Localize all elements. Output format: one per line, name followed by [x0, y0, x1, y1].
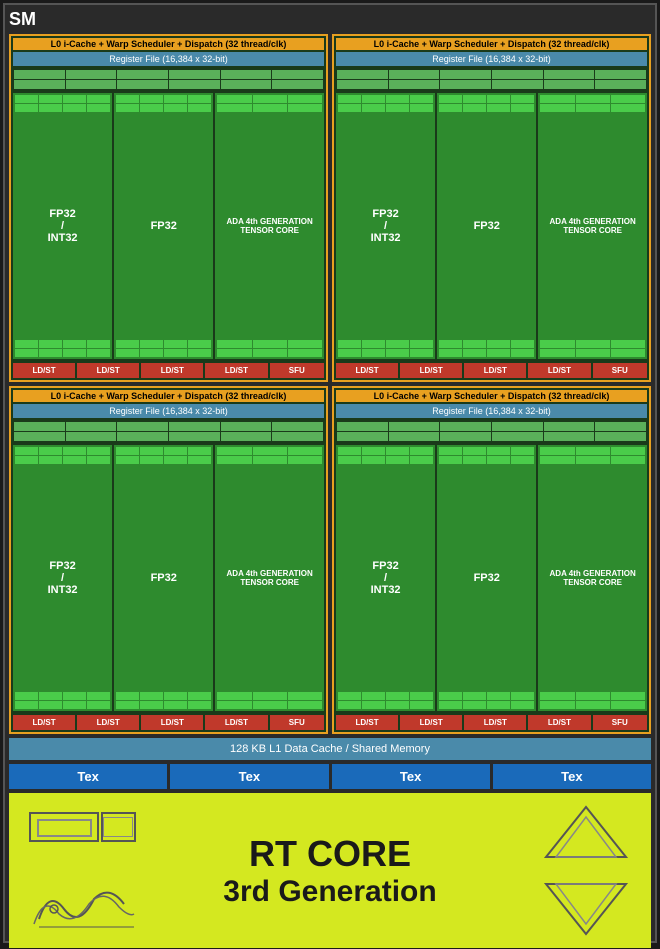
rt-shapes-right [531, 793, 641, 948]
ldst-btn-3-1: LD/ST [13, 715, 75, 730]
fp32-int32-label-4: FP32/INT32 [338, 465, 433, 691]
ldst-btn-4-3: LD/ST [464, 715, 526, 730]
register-file-bar-1: Register File (16,384 x 32-bit) [13, 52, 324, 66]
sfu-btn-4: SFU [593, 715, 648, 730]
ldst-btn-2-4: LD/ST [528, 363, 590, 378]
l0-cache-bar-1: L0 i-Cache + Warp Scheduler + Dispatch (… [13, 38, 324, 50]
sm-container: SM L0 i-Cache + Warp Scheduler + Dispatc… [3, 3, 657, 943]
sm-title: SM [9, 9, 651, 30]
sfu-btn-3: SFU [270, 715, 325, 730]
main-compute-1: FP32/INT32 FP32 ADA 4th GENERATION TENSO… [13, 93, 324, 359]
ldst-btn-3-4: LD/ST [205, 715, 267, 730]
bottom-bar-4: LD/ST LD/ST LD/ST LD/ST SFU [336, 715, 647, 730]
rt-core-title: RT CORE [223, 833, 436, 875]
tex-btn-3: Tex [332, 764, 490, 789]
tensor-label-1: ADA 4th GENERATION TENSOR CORE [217, 113, 322, 339]
tensor-core-col-4: ADA 4th GENERATION TENSOR CORE [538, 445, 647, 711]
tex-btn-1: Tex [9, 764, 167, 789]
sfu-btn-2: SFU [593, 363, 648, 378]
register-file-bar-2: Register File (16,384 x 32-bit) [336, 52, 647, 66]
fp32-label-3: FP32 [116, 465, 211, 691]
rt-core-section: RT CORE 3rd Generation [9, 793, 651, 948]
fp32-int32-col-1: FP32/INT32 [13, 93, 112, 359]
ldst-btn-4-2: LD/ST [400, 715, 462, 730]
main-compute-4: FP32/INT32 FP32 ADA 4th GENERATION TENSO… [336, 445, 647, 711]
fp32-label-4: FP32 [439, 465, 534, 691]
fp32-int32-col-2: FP32/INT32 [336, 93, 435, 359]
rt-signature-shape [29, 879, 139, 934]
fp32-col-2: FP32 [437, 93, 536, 359]
quadrant-1: L0 i-Cache + Warp Scheduler + Dispatch (… [9, 34, 328, 382]
fp32-col-1: FP32 [114, 93, 213, 359]
ldst-btn-3-2: LD/ST [77, 715, 139, 730]
fp32-int32-label-2: FP32/INT32 [338, 113, 433, 339]
ldst-btn-1-4: LD/ST [205, 363, 267, 378]
l0-cache-bar-2: L0 i-Cache + Warp Scheduler + Dispatch (… [336, 38, 647, 50]
register-file-bar-3: Register File (16,384 x 32-bit) [13, 404, 324, 418]
register-file-bar-4: Register File (16,384 x 32-bit) [336, 404, 647, 418]
rt-triangle-top [536, 802, 636, 862]
rt-shapes-left [19, 793, 149, 948]
ldst-btn-4-4: LD/ST [528, 715, 590, 730]
bottom-bar-2: LD/ST LD/ST LD/ST LD/ST SFU [336, 363, 647, 378]
tensor-core-col-2: ADA 4th GENERATION TENSOR CORE [538, 93, 647, 359]
main-compute-2: FP32/INT32 FP32 ADA 4th GENERATION TENSO… [336, 93, 647, 359]
tensor-core-col-1: ADA 4th GENERATION TENSOR CORE [215, 93, 324, 359]
sfu-btn-1: SFU [270, 363, 325, 378]
fp32-label-1: FP32 [116, 113, 211, 339]
ldst-btn-1-2: LD/ST [77, 363, 139, 378]
fp32-int32-label-1: FP32/INT32 [15, 113, 110, 339]
four-quadrants: L0 i-Cache + Warp Scheduler + Dispatch (… [9, 34, 651, 734]
fp32-int32-col-3: FP32/INT32 [13, 445, 112, 711]
l0-cache-bar-4: L0 i-Cache + Warp Scheduler + Dispatch (… [336, 390, 647, 402]
l0-cache-bar-3: L0 i-Cache + Warp Scheduler + Dispatch (… [13, 390, 324, 402]
fp32-col-3: FP32 [114, 445, 213, 711]
rt-core-text: RT CORE 3rd Generation [223, 833, 436, 909]
rt-triangle-bottom [536, 879, 636, 939]
ldst-btn-2-3: LD/ST [464, 363, 526, 378]
bottom-bar-3: LD/ST LD/ST LD/ST LD/ST SFU [13, 715, 324, 730]
tex-row: Tex Tex Tex Tex [9, 764, 651, 789]
quadrant-4: L0 i-Cache + Warp Scheduler + Dispatch (… [332, 386, 651, 734]
fp32-int32-label-3: FP32/INT32 [15, 465, 110, 691]
tex-btn-4: Tex [493, 764, 651, 789]
tensor-label-4: ADA 4th GENERATION TENSOR CORE [540, 465, 645, 691]
tex-btn-2: Tex [170, 764, 328, 789]
quadrant-3: L0 i-Cache + Warp Scheduler + Dispatch (… [9, 386, 328, 734]
ldst-btn-3-3: LD/ST [141, 715, 203, 730]
ldst-btn-4-1: LD/ST [336, 715, 398, 730]
bottom-bar-1: LD/ST LD/ST LD/ST LD/ST SFU [13, 363, 324, 378]
fp32-int32-col-4: FP32/INT32 [336, 445, 435, 711]
fp32-col-4: FP32 [437, 445, 536, 711]
tensor-core-col-3: ADA 4th GENERATION TENSOR CORE [215, 445, 324, 711]
quadrant-2: L0 i-Cache + Warp Scheduler + Dispatch (… [332, 34, 651, 382]
ldst-btn-2-2: LD/ST [400, 363, 462, 378]
tensor-label-3: ADA 4th GENERATION TENSOR CORE [217, 465, 322, 691]
tensor-label-2: ADA 4th GENERATION TENSOR CORE [540, 113, 645, 339]
fp32-label-2: FP32 [439, 113, 534, 339]
main-compute-3: FP32/INT32 FP32 ADA 4th GENERATION TENSO… [13, 445, 324, 711]
ldst-btn-1-1: LD/ST [13, 363, 75, 378]
rt-box-shape-top [29, 807, 139, 852]
ldst-btn-2-1: LD/ST [336, 363, 398, 378]
ldst-btn-1-3: LD/ST [141, 363, 203, 378]
rt-core-subtitle: 3rd Generation [223, 875, 436, 909]
l1-cache-bar: 128 KB L1 Data Cache / Shared Memory [9, 738, 651, 760]
